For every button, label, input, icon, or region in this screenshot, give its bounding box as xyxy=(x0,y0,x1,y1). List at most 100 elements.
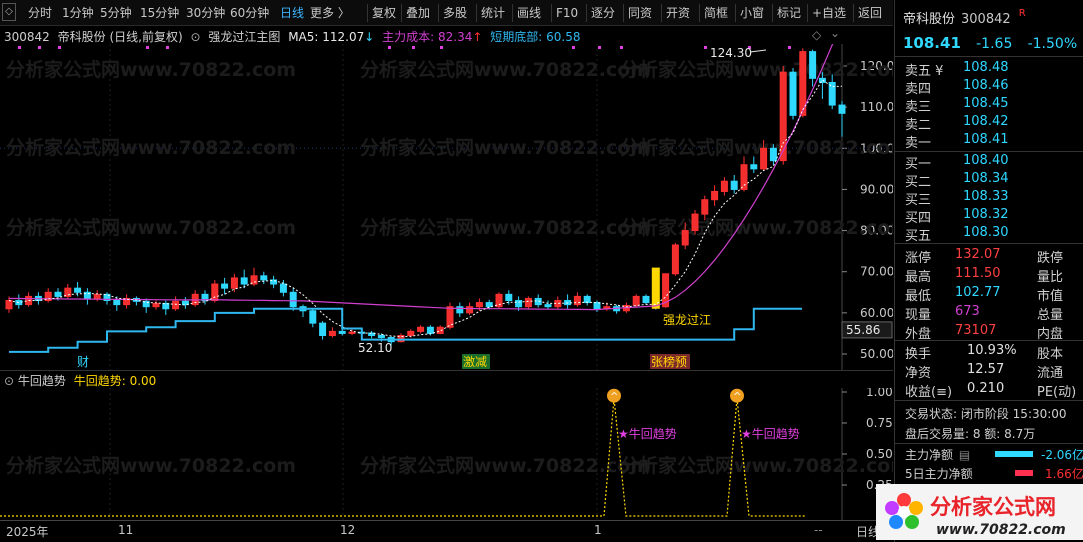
candle-body-fill xyxy=(633,296,640,306)
chevron-up-icon: ^ xyxy=(733,392,741,403)
candle-body-fill xyxy=(407,331,414,336)
toolbar-item-21[interactable]: 返回 xyxy=(858,0,882,26)
toolbar-item-6[interactable]: 日线 xyxy=(280,0,304,26)
cost-value: 主力成本: 82.34 xyxy=(382,30,473,44)
candlestick-chart[interactable]: 120.0110.0100.090.0080.0070.0060.0050.00… xyxy=(0,44,893,370)
stat-value: 132.07 xyxy=(955,247,1001,262)
toolbar-item-11[interactable]: 统计 xyxy=(481,0,505,26)
signal-dot xyxy=(620,46,623,49)
toolbar-separator xyxy=(551,4,552,22)
y-tick-label: 50.00 xyxy=(860,347,893,361)
sell-level-5[interactable]: 卖一 108.41 xyxy=(905,132,1075,151)
candle-body-fill xyxy=(574,296,581,305)
candle-body xyxy=(809,51,817,79)
quote-flag: R xyxy=(1018,8,1026,19)
stat-value: 73107 xyxy=(955,323,997,338)
candle-body-fill xyxy=(466,306,473,313)
collapse-toggle-icon[interactable]: ◇ xyxy=(2,3,16,21)
candle-body-fill xyxy=(172,301,179,309)
toolbar-item-1[interactable]: 1分钟 xyxy=(62,0,94,26)
sell-level-3[interactable]: 卖三 108.45 xyxy=(905,96,1075,115)
quote-code: 300842 xyxy=(961,12,1011,27)
quote-title: 帝科股份 300842 R xyxy=(903,8,1026,27)
candle-body xyxy=(240,277,248,285)
indicator-dropdown-icon[interactable]: ⊙ xyxy=(190,30,200,44)
buy-level-4[interactable]: 买四 108.32 xyxy=(905,207,1075,226)
watermark-text: 分析家公式网www.70822.com xyxy=(620,136,893,159)
main-flow-label: 主力净额 xyxy=(905,448,954,462)
bull-trend-marker-label: ★牛回趋势 xyxy=(741,426,800,441)
sub-indicator-dropdown-icon[interactable]: ⊙ xyxy=(4,374,14,388)
stat-label-2: 总量 xyxy=(1037,308,1064,323)
toolbar-item-2[interactable]: 5分钟 xyxy=(100,0,132,26)
toolbar-item-3[interactable]: 15分钟 xyxy=(140,0,179,26)
buy-level-5[interactable]: 买五 108.30 xyxy=(905,225,1075,244)
bull-trend-subchart[interactable]: 1.000.750.500.25 分析家公式网www.70822.com分析家公… xyxy=(0,388,893,520)
toolbar-separator xyxy=(476,4,477,22)
sub-indicator-name[interactable]: 牛回趋势 xyxy=(18,374,66,388)
toolbar-item-19[interactable]: 标记 xyxy=(777,0,801,26)
buy-level-2[interactable]: 买二 108.34 xyxy=(905,171,1075,190)
toolbar-item-7[interactable]: 更多 〉 xyxy=(310,0,350,26)
toolbar-item-8[interactable]: 复权 xyxy=(372,0,396,26)
candle-body xyxy=(54,291,62,297)
sell-level-price: 108.46 xyxy=(963,78,1009,93)
toolbar-item-12[interactable]: 画线 xyxy=(517,0,541,26)
stat-label: 最高 xyxy=(905,270,932,285)
x-axis-suffix: -- xyxy=(814,523,823,537)
indicator-name[interactable]: 强龙过江主图 xyxy=(208,30,280,44)
candle-body xyxy=(583,295,591,304)
candle-body-fill xyxy=(329,331,336,336)
sell-level-2[interactable]: 卖四 108.46 xyxy=(905,78,1075,97)
chart-collapse-icon[interactable]: ⌄ xyxy=(830,26,840,40)
stat2-label: 换手 xyxy=(905,347,932,362)
quote-price: 108.41 xyxy=(903,34,961,52)
signal-dot xyxy=(38,46,41,49)
signal-dot xyxy=(704,46,707,49)
toolbar-item-18[interactable]: 小窗 xyxy=(740,0,764,26)
toolbar-item-14[interactable]: 逐分 xyxy=(591,0,615,26)
candle-body xyxy=(730,180,738,190)
flow5-value: 1.66亿 xyxy=(1045,467,1083,481)
buy-level-1[interactable]: 买一 108.40 xyxy=(905,153,1075,172)
toolbar-item-15[interactable]: 同资 xyxy=(628,0,652,26)
stat-label-2: 量比 xyxy=(1037,270,1064,285)
x-label-nov: 11 xyxy=(118,523,134,537)
sell-level-price: 108.42 xyxy=(963,114,1009,129)
sub-y-tick-label: 1.00 xyxy=(866,388,893,399)
toolbar-item-17[interactable]: 简框 xyxy=(704,0,728,26)
toolbar-item-4[interactable]: 30分钟 xyxy=(186,0,225,26)
buy-level-3[interactable]: 买三 108.33 xyxy=(905,189,1075,208)
toolbar-separator xyxy=(699,4,700,22)
buy-level-price: 108.33 xyxy=(963,189,1009,204)
stat-label-2: 跌停 xyxy=(1037,251,1064,266)
toolbar-item-5[interactable]: 60分钟 xyxy=(230,0,269,26)
candle-body xyxy=(113,300,121,306)
toolbar-item-13[interactable]: F10 xyxy=(556,0,578,26)
toolbar-item-16[interactable]: 开资 xyxy=(666,0,690,26)
y-tick-label: 110.0 xyxy=(860,100,893,114)
candle-body xyxy=(309,310,317,324)
toolbar-item-10[interactable]: 多股 xyxy=(443,0,467,26)
candle-body-fill xyxy=(153,303,159,307)
toolbar-separator xyxy=(807,4,808,22)
toolbar-item-20[interactable]: +自选 xyxy=(812,0,846,26)
watermark-text: 分析家公式网www.70822.com xyxy=(6,58,296,81)
toolbar-separator xyxy=(512,4,513,22)
candle-body-fill xyxy=(211,284,218,301)
toolbar-item-0[interactable]: 分时 xyxy=(28,0,52,26)
sell-level-4[interactable]: 卖二 108.42 xyxy=(905,114,1075,133)
sell-level-1[interactable]: 卖五 ¥ 108.48 xyxy=(905,60,1075,79)
candle-body xyxy=(544,304,552,308)
quote-change-pct: -1.50% xyxy=(1027,36,1078,52)
candle-body-fill xyxy=(349,332,355,334)
signal-dot xyxy=(58,46,61,49)
quote-stat2-row: 换手 10.93% 股本 xyxy=(905,343,1083,362)
quote-price-row: 108.41 -1.65 -1.50% xyxy=(903,34,1083,52)
chart-settings-icon[interactable]: ◇ xyxy=(812,28,821,42)
stat2-value: 12.57 xyxy=(967,362,1005,377)
stat-value: 102.77 xyxy=(955,285,1001,300)
toolbar-separator xyxy=(735,4,736,22)
stock-code: 300842 xyxy=(4,30,50,44)
toolbar-item-9[interactable]: 叠加 xyxy=(406,0,430,26)
